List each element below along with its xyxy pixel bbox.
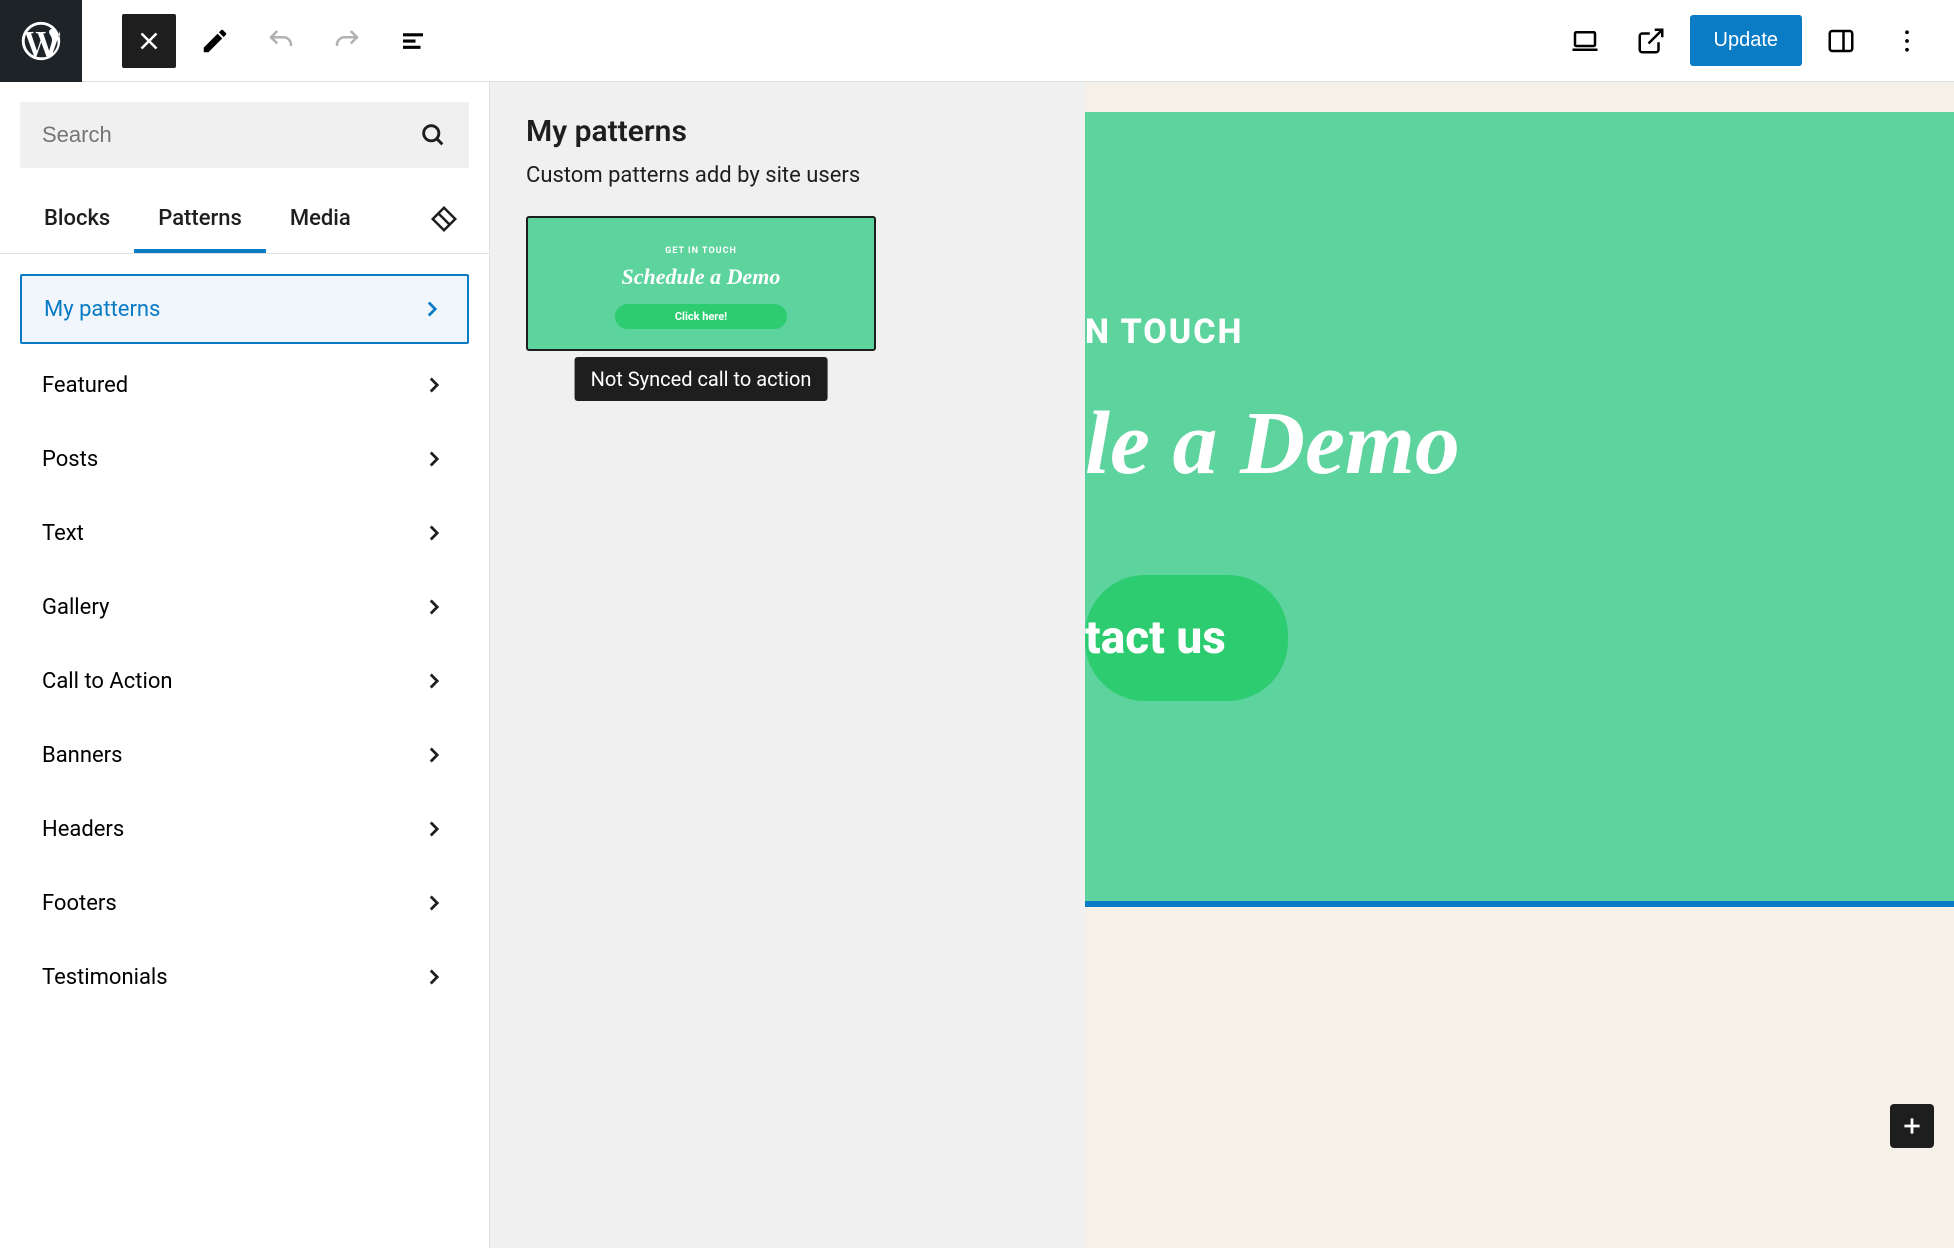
pencil-icon [200,26,230,56]
search-icon [419,121,447,149]
tab-blocks[interactable]: Blocks [20,188,134,253]
category-label: Featured [42,373,128,398]
panel-description: Custom patterns add by site users [526,163,1049,188]
category-gallery[interactable]: Gallery [20,574,469,640]
close-icon [134,26,164,56]
category-footers[interactable]: Footers [20,870,469,936]
thumb-title: Schedule a Demo [622,264,781,290]
inserter-sidebar: Blocks Patterns Media My patterns Featur… [0,82,490,1248]
undo-icon [266,26,296,56]
chevron-right-icon [421,594,447,620]
sidebar-icon [1826,26,1856,56]
category-label: Footers [42,891,117,916]
chevron-right-icon [421,742,447,768]
chevron-right-icon [419,296,445,322]
chevron-right-icon [421,520,447,546]
category-label: My patterns [44,297,160,322]
category-label: Text [42,521,84,546]
options-button[interactable] [1880,14,1934,68]
settings-panel-button[interactable] [1814,14,1868,68]
search-input[interactable] [42,122,419,148]
wordpress-logo[interactable] [0,0,82,82]
category-featured[interactable]: Featured [20,352,469,418]
inserter-tabs: Blocks Patterns Media [0,188,489,254]
edit-tools-button[interactable] [188,14,242,68]
undo-button[interactable] [254,14,308,68]
category-list: My patterns Featured Posts Text Gallery … [0,254,489,1030]
canvas-cta-block[interactable]: N TOUCH le a Demo tact us [1085,112,1954,907]
category-label: Banners [42,743,122,768]
category-posts[interactable]: Posts [20,426,469,492]
category-text[interactable]: Text [20,500,469,566]
category-label: Gallery [42,595,109,620]
chevron-right-icon [421,890,447,916]
search-box [20,102,469,168]
chevron-right-icon [421,668,447,694]
patterns-panel: My patterns Custom patterns add by site … [490,82,1085,1248]
document-overview-button[interactable] [386,14,440,68]
more-vertical-icon [1892,26,1922,56]
category-banners[interactable]: Banners [20,722,469,788]
add-block-button[interactable] [1890,1104,1934,1148]
canvas-cta-button[interactable]: tact us [1085,575,1288,701]
category-testimonials[interactable]: Testimonials [20,944,469,1010]
view-button[interactable] [1558,14,1612,68]
category-label: Headers [42,817,124,842]
chevron-right-icon [421,816,447,842]
chevron-right-icon [421,446,447,472]
category-label: Testimonials [42,965,168,990]
plus-icon [1899,1113,1925,1139]
diamond-icon [429,204,459,234]
category-headers[interactable]: Headers [20,796,469,862]
tab-media[interactable]: Media [266,188,375,253]
thumb-button: Click here! [615,304,787,329]
preview-button[interactable] [1624,14,1678,68]
laptop-icon [1570,26,1600,56]
update-button[interactable]: Update [1690,15,1803,66]
explore-patterns-button[interactable] [419,194,469,248]
tab-patterns[interactable]: Patterns [134,188,266,253]
pattern-thumbnail[interactable]: GET IN TOUCH Schedule a Demo Click here!… [526,216,876,351]
external-link-icon [1636,26,1666,56]
editor-canvas[interactable]: N TOUCH le a Demo tact us [1085,82,1954,1248]
redo-button[interactable] [320,14,374,68]
canvas-overline: N TOUCH [1085,312,1954,352]
category-label: Posts [42,447,98,472]
chevron-right-icon [421,964,447,990]
canvas-title: le a Demo [1085,392,1954,495]
category-my-patterns[interactable]: My patterns [20,274,469,344]
category-label: Call to Action [42,669,173,694]
redo-icon [332,26,362,56]
thumb-overline: GET IN TOUCH [665,246,737,256]
wordpress-icon [18,18,64,64]
pattern-tooltip: Not Synced call to action [575,357,828,401]
chevron-right-icon [421,372,447,398]
category-call-to-action[interactable]: Call to Action [20,648,469,714]
list-icon [398,26,428,56]
close-inserter-button[interactable] [122,14,176,68]
panel-title: My patterns [526,114,1049,149]
